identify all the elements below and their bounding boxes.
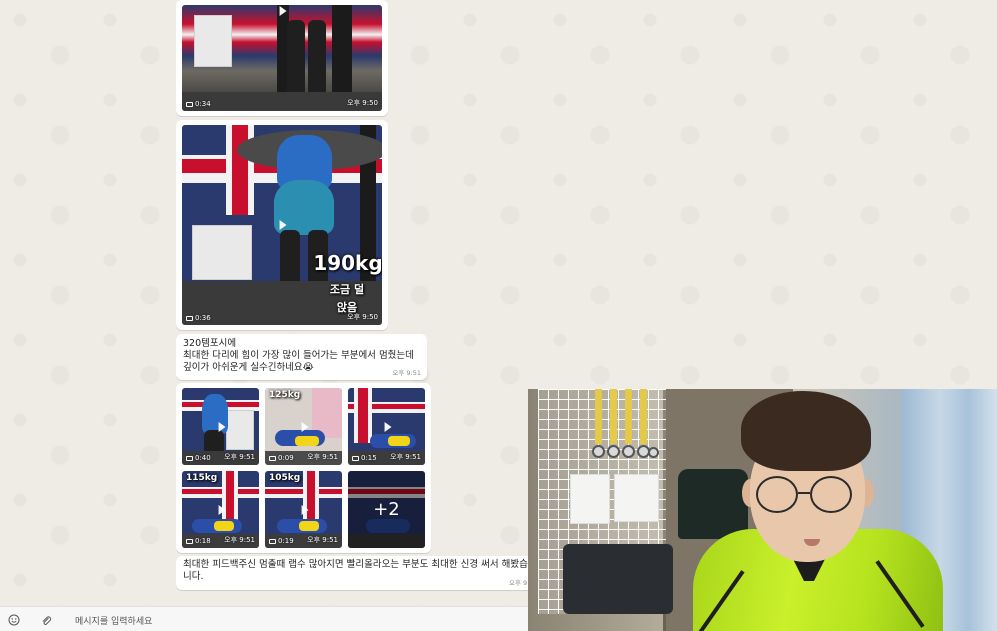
paperclip-icon[interactable] [39, 613, 53, 627]
message-input[interactable]: 메시지를 입력하세요 [75, 614, 152, 627]
gallery-video-2[interactable]: 125kg 0:09 오후 9:51 [265, 388, 342, 465]
message-line: 최대한 다리에 힘이 가장 많이 들어가는 부분에서 멈췄는데 [183, 350, 414, 361]
media-gallery-message[interactable]: 0:40 오후 9:51 125kg 0:09 오후 9:51 0:15 오후 … [176, 383, 431, 553]
more-media-count: +2 [348, 471, 425, 548]
play-icon [218, 504, 226, 515]
video-camera-icon [269, 538, 276, 544]
video-timestamp: 오후 9:51 [224, 536, 255, 544]
message-timestamp: 오후 9:51 [392, 369, 421, 377]
weight-label: 125kg [269, 390, 301, 400]
gallery-more-tile[interactable]: +2 [348, 471, 425, 548]
video-camera-icon [269, 455, 276, 461]
message-line: 320템포시에 [183, 338, 237, 349]
message-timestamp: 오후 9 [509, 579, 528, 587]
gallery-video-4[interactable]: 115kg 0:18 오후 9:51 [182, 471, 259, 548]
video-duration: 0:34 [195, 100, 211, 108]
play-icon [279, 220, 287, 230]
video-timestamp: 오후 9:50 [347, 99, 378, 107]
play-icon [279, 6, 287, 17]
webcam-feed [528, 389, 997, 631]
gear-bag [563, 544, 673, 614]
message-line: 깊이가 아쉬운게 실수긴하네요😭 [183, 362, 314, 373]
person-hair [741, 391, 871, 471]
video-duration: 0:40 [195, 454, 211, 462]
message-line: 니다. [183, 571, 204, 582]
video-duration: 0:09 [278, 454, 294, 462]
play-icon [218, 421, 226, 432]
video-message-2[interactable]: 190kg 조금 덜 앉음 0:36 오후 9:50 [176, 120, 388, 330]
video-timestamp: 오후 9:51 [390, 453, 421, 461]
weight-label: 115kg [186, 473, 218, 483]
weight-overlay: 190kg [313, 251, 382, 275]
message-line: 최대한 피드백주신 멈출때 랩수 많아지면 빨리올라오는 부분도 최대한 신경 … [183, 559, 528, 570]
gallery-video-3[interactable]: 0:15 오후 9:51 [348, 388, 425, 465]
video-duration: 0:19 [278, 537, 294, 545]
video-duration: 0:36 [195, 314, 211, 322]
video-timestamp: 오후 9:51 [307, 453, 338, 461]
text-message-1: 320템포시에 최대한 다리에 힘이 가장 많이 들어가는 부분에서 멈췄는데 … [176, 334, 427, 380]
medal [607, 445, 620, 458]
chair [678, 469, 748, 539]
video-duration: 0:18 [195, 537, 211, 545]
video-message-1[interactable]: 0:34 오후 9:50 [176, 0, 388, 116]
weight-label: 105kg [269, 473, 301, 483]
play-icon [301, 504, 309, 515]
video-timestamp: 오후 9:50 [347, 313, 378, 321]
gallery-video-5[interactable]: 105kg 0:19 오후 9:51 [265, 471, 342, 548]
video-camera-icon [352, 455, 359, 461]
video-camera-icon [186, 455, 193, 461]
video-timestamp: 오후 9:51 [224, 453, 255, 461]
video-camera-icon [186, 101, 193, 107]
play-icon [301, 421, 309, 432]
video-duration: 0:15 [361, 454, 377, 462]
video-camera-icon [186, 538, 193, 544]
overlay-caption-line1: 조금 덜 [329, 283, 365, 296]
certificate [570, 474, 610, 524]
video-camera-icon [186, 315, 193, 321]
video-thumbnail[interactable]: 190kg 조금 덜 앉음 0:36 오후 9:50 [182, 125, 382, 325]
smile-icon[interactable] [7, 613, 21, 627]
certificate [614, 474, 659, 522]
gallery-video-1[interactable]: 0:40 오후 9:51 [182, 388, 259, 465]
medal [622, 445, 635, 458]
video-timestamp: 오후 9:51 [307, 536, 338, 544]
medal [592, 445, 605, 458]
medal [648, 447, 659, 458]
video-thumbnail[interactable]: 0:34 오후 9:50 [182, 5, 382, 111]
text-message-2: 최대한 피드백주신 멈출때 랩수 많아지면 빨리올라오는 부분도 최대한 신경 … [176, 556, 556, 590]
play-icon [384, 421, 392, 432]
